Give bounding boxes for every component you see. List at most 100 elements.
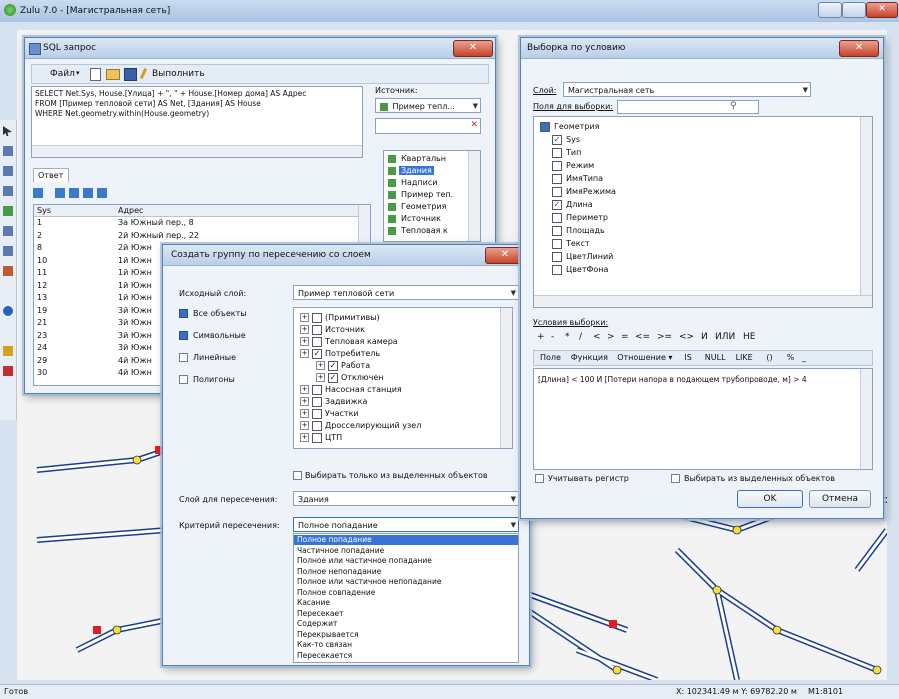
expression-button[interactable]: Отношение ▾ xyxy=(617,353,672,362)
tool-icon-8[interactable] xyxy=(3,266,13,276)
layer-dropdown[interactable]: Магистральная сеть ▼ xyxy=(563,82,811,97)
checkbox-icon[interactable] xyxy=(312,336,322,347)
criterion-option[interactable]: Перекрывается xyxy=(294,630,518,640)
answer-tab[interactable]: Ответ xyxy=(33,168,69,182)
checkbox-icon[interactable] xyxy=(552,186,562,197)
layer-tree-item[interactable]: + Источник xyxy=(300,324,365,335)
source-tree-item[interactable]: Здания xyxy=(388,165,434,176)
layer-tree-item[interactable]: + Тепловая камера xyxy=(300,336,398,347)
criterion-option[interactable]: Полное совпадение xyxy=(294,588,518,598)
checkbox-icon[interactable] xyxy=(552,225,562,236)
expand-icon[interactable]: + xyxy=(300,337,309,346)
info-icon[interactable] xyxy=(3,306,13,316)
criterion-option[interactable]: Полное попадание xyxy=(294,535,518,545)
object-type-checkbox[interactable] xyxy=(179,331,188,340)
layer-tree-item[interactable]: + (Примитивы) xyxy=(300,312,380,323)
field-item[interactable]: Режим xyxy=(552,160,594,171)
field-item[interactable]: Площадь xyxy=(552,225,605,236)
operator-button[interactable]: >= xyxy=(657,332,672,342)
layer-tree-item[interactable]: + ЦТП xyxy=(300,432,342,443)
layer-tree-item[interactable]: + ✓ Потребитель xyxy=(300,348,380,359)
checkbox-checked-icon[interactable]: ✓ xyxy=(328,360,338,371)
table-row[interactable]: 1 За Южный пер., 8 xyxy=(34,217,370,228)
intersect-layer-dropdown[interactable]: Здания ▼ xyxy=(293,491,519,506)
fields-vscroll[interactable] xyxy=(860,117,872,295)
clear-search-icon[interactable]: ✕ xyxy=(470,120,478,130)
tool-icon-10[interactable] xyxy=(3,346,13,356)
expand-icon[interactable]: + xyxy=(300,433,309,442)
checkbox-icon[interactable] xyxy=(552,212,562,223)
expression-button[interactable]: IS xyxy=(684,353,691,362)
pointer-tool-icon[interactable] xyxy=(3,126,12,136)
object-type-checkbox[interactable] xyxy=(179,375,188,384)
expression-button[interactable]: Функция xyxy=(571,353,608,362)
layer-tree-item[interactable]: + ✓ Отключен xyxy=(316,372,384,383)
checkbox-checked-icon[interactable] xyxy=(540,121,550,132)
expand-icon[interactable]: + xyxy=(316,373,325,382)
only-selected-objects-checkbox[interactable] xyxy=(671,474,680,483)
operator-button[interactable]: + xyxy=(537,332,545,342)
source-tree-item[interactable]: Геометрия xyxy=(388,201,448,212)
result-tool-icon-2[interactable] xyxy=(55,188,65,198)
tool-icon-3[interactable] xyxy=(3,166,13,176)
expand-icon[interactable]: + xyxy=(300,325,309,334)
criterion-option[interactable]: Частичное попадание xyxy=(294,546,518,556)
only-selected-checkbox[interactable] xyxy=(293,471,302,480)
operator-button[interactable]: <> xyxy=(679,332,694,342)
checkbox-icon[interactable] xyxy=(312,396,322,407)
source-search-input[interactable]: ✕ xyxy=(375,118,481,134)
field-item[interactable]: ✓ Sys xyxy=(552,134,580,145)
checkbox-checked-icon[interactable]: ✓ xyxy=(552,134,562,145)
layer-tree-item[interactable]: + Участки xyxy=(300,408,359,419)
checkbox-icon[interactable] xyxy=(312,384,322,395)
expression-button[interactable]: LIKE xyxy=(736,353,753,362)
condition-vscroll[interactable] xyxy=(860,369,872,469)
operator-button[interactable]: И xyxy=(701,332,708,342)
source-tree-item[interactable]: Источник xyxy=(388,213,443,224)
criterion-option[interactable]: Полное непопадание xyxy=(294,567,518,577)
execute-icon[interactable] xyxy=(139,67,148,80)
source-tree-item[interactable]: Пример теп. xyxy=(388,189,455,200)
query-hscroll[interactable] xyxy=(32,145,362,157)
operator-button[interactable]: > xyxy=(607,332,615,342)
cancel-button[interactable]: Отмена xyxy=(809,490,871,508)
open-folder-icon[interactable] xyxy=(106,69,120,80)
file-menu[interactable]: Файл xyxy=(50,69,75,79)
tool-icon-11[interactable] xyxy=(3,366,13,376)
result-tool-icon-1[interactable] xyxy=(33,188,43,198)
layer-tree-item[interactable]: + Насосная станция xyxy=(300,384,402,395)
operator-button[interactable]: ИЛИ xyxy=(715,332,735,342)
new-file-icon[interactable] xyxy=(90,68,101,81)
operator-button[interactable]: НЕ xyxy=(743,332,755,342)
criterion-dropdown[interactable]: Полное попадание ▼ xyxy=(293,517,519,532)
checkbox-icon[interactable] xyxy=(552,147,562,158)
expression-button[interactable]: Поле xyxy=(540,353,561,362)
checkbox-icon[interactable] xyxy=(312,312,322,323)
condition-editor[interactable]: [Длина] < 100 И [Потери напора в подающе… xyxy=(533,368,873,470)
selection-close-button[interactable]: ✕ xyxy=(839,40,879,57)
criterion-option[interactable]: Полное или частичное непопадание xyxy=(294,577,518,587)
field-item[interactable]: ЦветЛиний xyxy=(552,251,613,262)
ok-button[interactable]: OK xyxy=(737,490,803,508)
source-tree-item[interactable]: Тепловая к xyxy=(388,225,450,236)
checkbox-icon[interactable] xyxy=(552,238,562,249)
group-close-button[interactable]: ✕ xyxy=(485,247,525,264)
tool-icon-6[interactable] xyxy=(3,226,13,236)
sql-close-button[interactable]: ✕ xyxy=(453,40,493,57)
close-window-button[interactable]: ✕ xyxy=(866,2,898,18)
sql-query-editor[interactable]: SELECT Net.Sys, House.[Улица] + ", " + H… xyxy=(31,86,363,158)
expand-icon[interactable]: + xyxy=(300,385,309,394)
source-tree-item[interactable]: Квартальн xyxy=(388,153,448,164)
tool-icon-7[interactable] xyxy=(3,246,13,256)
field-item[interactable]: Текст xyxy=(552,238,590,249)
minimize-button[interactable] xyxy=(818,2,842,18)
field-item[interactable]: ИмяТипа xyxy=(552,173,603,184)
expand-icon[interactable]: + xyxy=(300,349,309,358)
checkbox-icon[interactable] xyxy=(312,408,322,419)
expand-icon[interactable]: + xyxy=(300,313,309,322)
criterion-option[interactable]: Пересекает xyxy=(294,609,518,619)
field-item[interactable]: Периметр xyxy=(552,212,608,223)
object-type-checkbox[interactable] xyxy=(179,353,188,362)
case-sensitive-checkbox[interactable] xyxy=(535,474,544,483)
result-tool-icon-4[interactable] xyxy=(83,188,93,198)
